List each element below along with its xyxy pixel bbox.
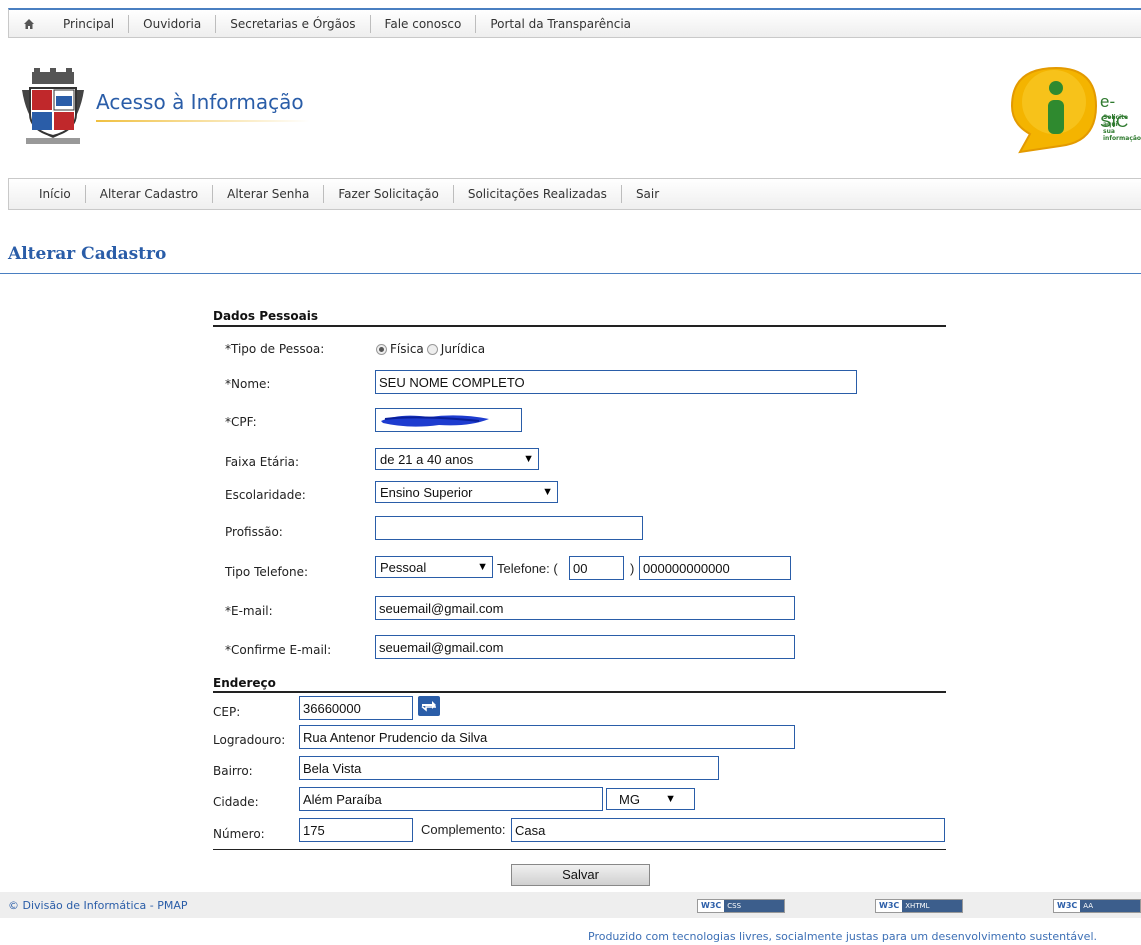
w3c-xhtml-badge[interactable]: W3C XHTML — [875, 899, 963, 913]
top-nav-principal[interactable]: Principal — [49, 14, 130, 33]
home-icon[interactable] — [9, 18, 49, 30]
city-crest-logo — [18, 68, 88, 146]
w3c-wai-aa-badge[interactable]: W3C AA — [1053, 899, 1141, 913]
page-title-rule — [0, 273, 1141, 274]
radio-fisica[interactable] — [376, 343, 387, 355]
uf-select[interactable]: MG ▼ — [606, 788, 695, 810]
ddd-close-paren: ) — [630, 561, 635, 576]
tipo-pessoa-label: *Tipo de Pessoa: — [225, 342, 325, 356]
bairro-input[interactable] — [299, 756, 719, 780]
footer-tagline: Produzido com tecnologias livres, social… — [588, 930, 1097, 943]
faixa-etaria-select[interactable]: de 21 a 40 anos ▼ — [375, 448, 539, 470]
main-nav: Início Alterar Cadastro Alterar Senha Fa… — [8, 178, 1141, 210]
w3c-aa-badge-text: AA — [1083, 902, 1094, 910]
cidade-input[interactable] — [299, 787, 603, 811]
radio-juridica-label: Jurídica — [440, 342, 486, 356]
esic-tagline-2: sua informação — [1103, 128, 1141, 142]
confirm-email-input[interactable] — [375, 635, 795, 659]
escolaridade-value: Ensino Superior — [380, 484, 473, 500]
nav-alterar-senha[interactable]: Alterar Senha — [213, 185, 325, 203]
w3c-css-badge-text: CSS — [727, 902, 742, 910]
section-rule-endereco — [213, 691, 946, 693]
faixa-etaria-label: Faixa Etária: — [225, 455, 300, 469]
site-title[interactable]: Acesso à Informação — [96, 90, 304, 114]
title-underline — [96, 120, 310, 122]
cpf-input[interactable] — [375, 408, 522, 432]
uf-value: MG — [619, 791, 640, 807]
logradouro-input[interactable] — [299, 725, 795, 749]
profissao-label: Profissão: — [225, 525, 283, 539]
top-nav-ouvidoria[interactable]: Ouvidoria — [129, 14, 217, 33]
w3c-xhtml-badge-w3c: W3C — [876, 900, 903, 912]
top-nav: Principal Ouvidoria Secretarias e Órgãos… — [8, 8, 1141, 38]
nav-sair[interactable]: Sair — [622, 185, 673, 203]
numero-label: Número: — [213, 827, 265, 841]
cep-label: CEP: — [213, 705, 241, 719]
footer-copyright[interactable]: © Divisão de Informática - PMAP — [8, 899, 188, 912]
page-title: Alterar Cadastro — [8, 244, 167, 264]
cep-input[interactable] — [299, 696, 413, 720]
logradouro-label: Logradouro: — [213, 733, 286, 747]
cidade-label: Cidade: — [213, 795, 259, 809]
save-button[interactable]: Salvar — [511, 864, 650, 886]
complemento-label: Complemento: — [421, 822, 506, 837]
bairro-label: Bairro: — [213, 764, 253, 778]
complemento-input[interactable] — [511, 818, 945, 842]
cpf-redaction-scribble — [381, 415, 489, 427]
radio-fisica-label: Física — [390, 342, 424, 356]
tipo-telefone-value: Pessoal — [380, 559, 427, 575]
top-nav-secretarias[interactable]: Secretarias e Órgãos — [216, 14, 371, 33]
telefone-label: Telefone: ( — [497, 561, 558, 576]
section-rule-dados — [213, 325, 946, 327]
email-label: *E-mail: — [225, 604, 273, 618]
faixa-etaria-value: de 21 a 40 anos — [380, 451, 474, 467]
escolaridade-select[interactable]: Ensino Superior ▼ — [375, 481, 558, 503]
cep-lookup-refresh-icon[interactable] — [418, 696, 440, 716]
cpf-label: *CPF: — [225, 415, 257, 429]
w3c-aa-badge-w3c: W3C — [1054, 900, 1081, 912]
ddd-input[interactable] — [569, 556, 624, 580]
tipo-telefone-select[interactable]: Pessoal ▼ — [375, 556, 493, 578]
tipo-telefone-label: Tipo Telefone: — [225, 565, 309, 579]
numero-input[interactable] — [299, 818, 413, 842]
w3c-xhtml-badge-text: XHTML — [905, 902, 930, 910]
telefone-input[interactable] — [639, 556, 791, 580]
form-bottom-rule — [213, 849, 946, 850]
nome-input[interactable] — [375, 370, 857, 394]
top-nav-portal-transparencia[interactable]: Portal da Transparência — [476, 15, 645, 33]
section-title-dados-pessoais: Dados Pessoais — [213, 309, 319, 323]
email-input[interactable] — [375, 596, 795, 620]
top-nav-fale-conosco[interactable]: Fale conosco — [371, 14, 477, 33]
dropdown-arrow-icon: ▼ — [542, 486, 553, 498]
radio-juridica[interactable] — [426, 343, 438, 355]
nav-inicio[interactable]: Início — [25, 185, 86, 203]
esic-logo[interactable]: e-SIC Solicite aqui sua informação — [1004, 62, 1141, 154]
dropdown-arrow-icon: ▼ — [665, 793, 676, 805]
w3c-css-badge-w3c: W3C — [698, 900, 725, 912]
escolaridade-label: Escolaridade: — [225, 488, 306, 502]
nav-alterar-cadastro[interactable]: Alterar Cadastro — [86, 185, 214, 203]
section-title-endereco: Endereço — [213, 676, 276, 690]
nav-solicitacoes-realizadas[interactable]: Solicitações Realizadas — [454, 185, 622, 203]
esic-tagline-1: Solicite aqui — [1103, 114, 1129, 128]
footer: © Divisão de Informática - PMAP W3C CSS … — [0, 892, 1141, 918]
dropdown-arrow-icon: ▼ — [523, 453, 534, 465]
confirm-email-label: *Confirme E-mail: — [225, 643, 332, 657]
profissao-input[interactable] — [375, 516, 643, 540]
nome-label: *Nome: — [225, 377, 271, 391]
w3c-css-badge[interactable]: W3C CSS — [697, 899, 785, 913]
nav-fazer-solicitacao[interactable]: Fazer Solicitação — [324, 185, 454, 203]
dropdown-arrow-icon: ▼ — [477, 561, 488, 573]
tipo-pessoa-radio-group: Física Jurídica — [376, 342, 485, 356]
